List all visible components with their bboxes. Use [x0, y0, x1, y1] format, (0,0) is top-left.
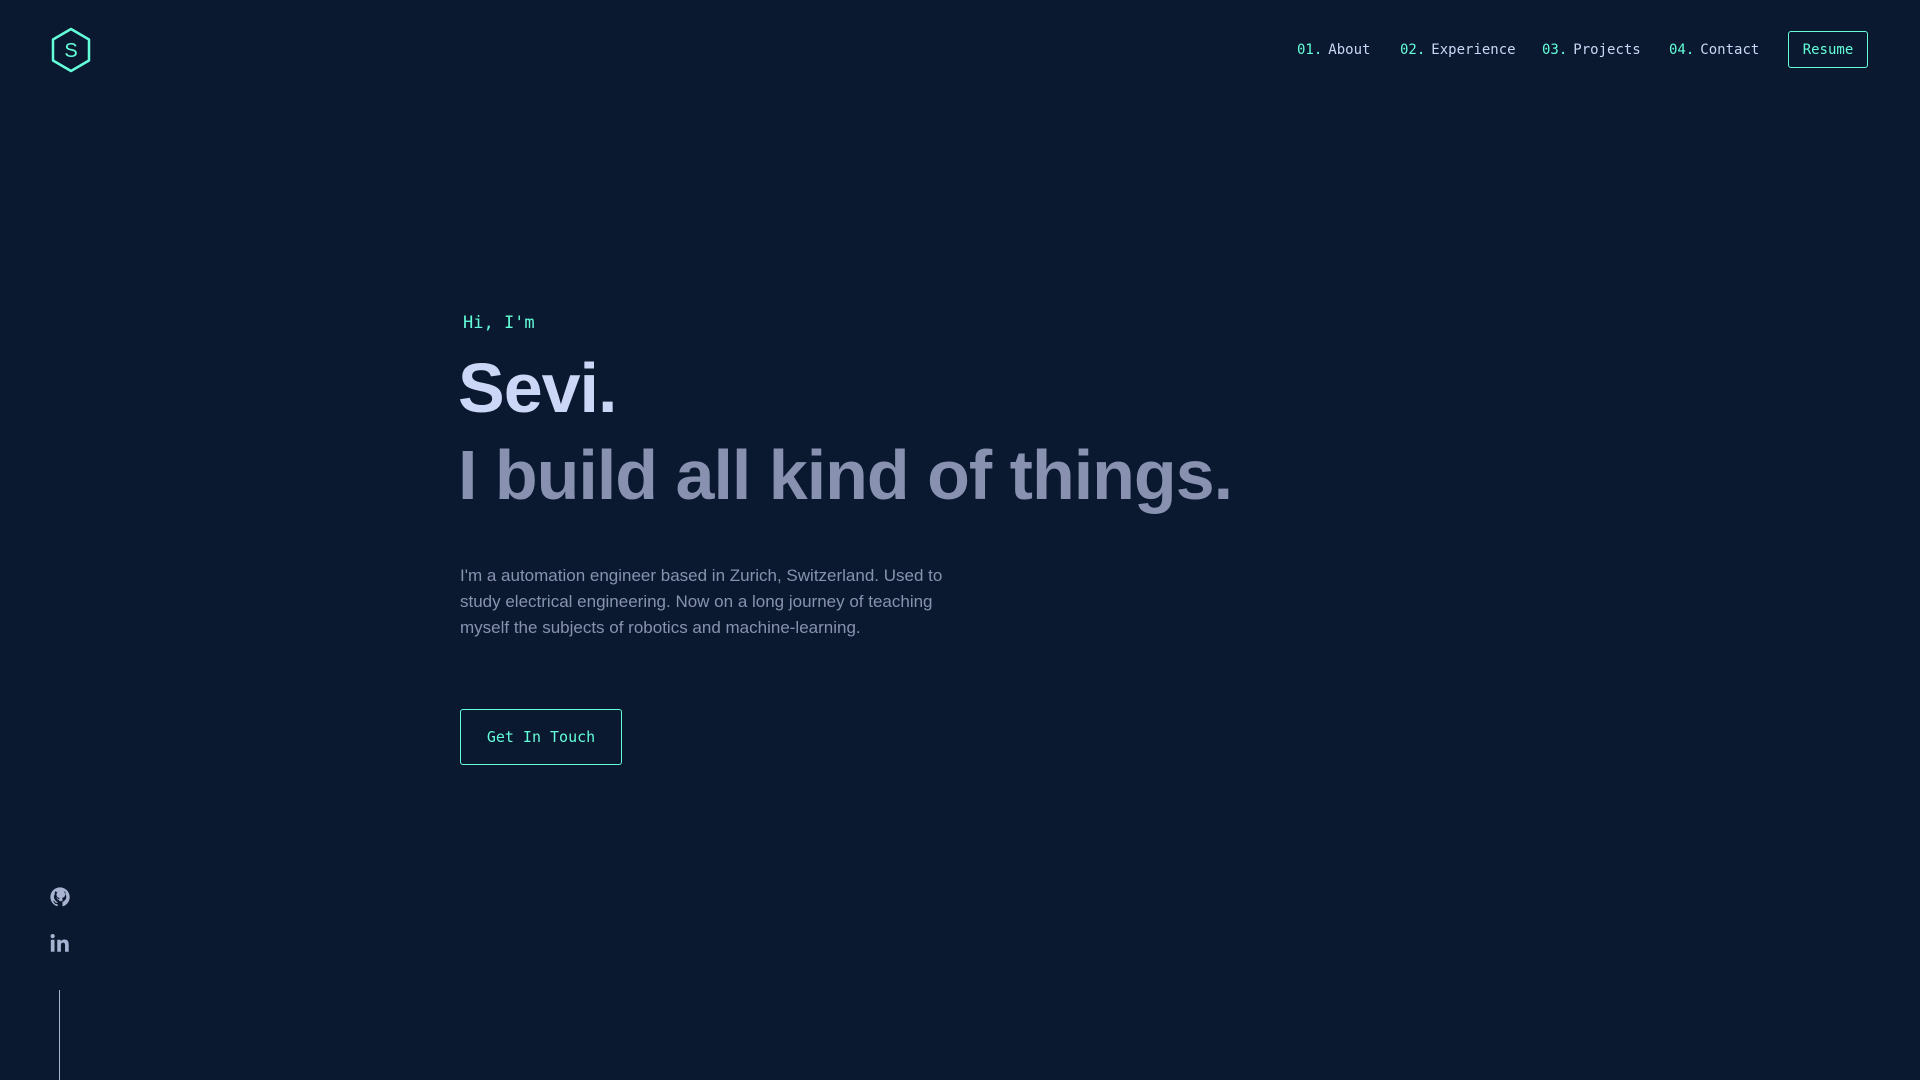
social-links: [49, 886, 71, 954]
hexagon-logo-icon: S: [51, 27, 91, 73]
linkedin-link[interactable]: [49, 932, 71, 954]
nav-label: Experience: [1431, 42, 1516, 58]
nav-number: 01.: [1297, 42, 1323, 58]
nav-number: 02.: [1400, 42, 1426, 58]
hero-name: Sevi.: [458, 349, 617, 427]
resume-button[interactable]: Resume: [1788, 31, 1868, 68]
linkedin-icon: [50, 934, 69, 952]
nav-number: 04.: [1669, 42, 1695, 58]
github-icon: [50, 887, 70, 907]
social-divider-line: [59, 990, 60, 1080]
hero-tagline: I build all kind of things.: [458, 436, 1233, 514]
hero-greeting: Hi, I'm: [463, 313, 535, 333]
nav-label: Contact: [1700, 42, 1760, 58]
nav-link-projects[interactable]: 03. Projects: [1542, 42, 1641, 58]
github-link[interactable]: [49, 886, 71, 908]
nav-number: 03.: [1542, 42, 1568, 58]
site-header: S 01. About 02. Experience 03. Projects 04.…: [0, 0, 1920, 100]
nav-label: Projects: [1573, 42, 1641, 58]
get-in-touch-button[interactable]: Get In Touch: [460, 709, 622, 765]
logo-letter: S: [64, 40, 77, 62]
nav-label: About: [1328, 42, 1371, 58]
hero-bio: I'm a automation engineer based in Zuric…: [460, 566, 943, 637]
nav-link-about[interactable]: 01. About: [1297, 42, 1370, 58]
logo-link[interactable]: S: [49, 27, 93, 73]
nav-link-experience[interactable]: 02. Experience: [1400, 42, 1516, 58]
nav-link-contact[interactable]: 04. Contact: [1669, 42, 1759, 58]
